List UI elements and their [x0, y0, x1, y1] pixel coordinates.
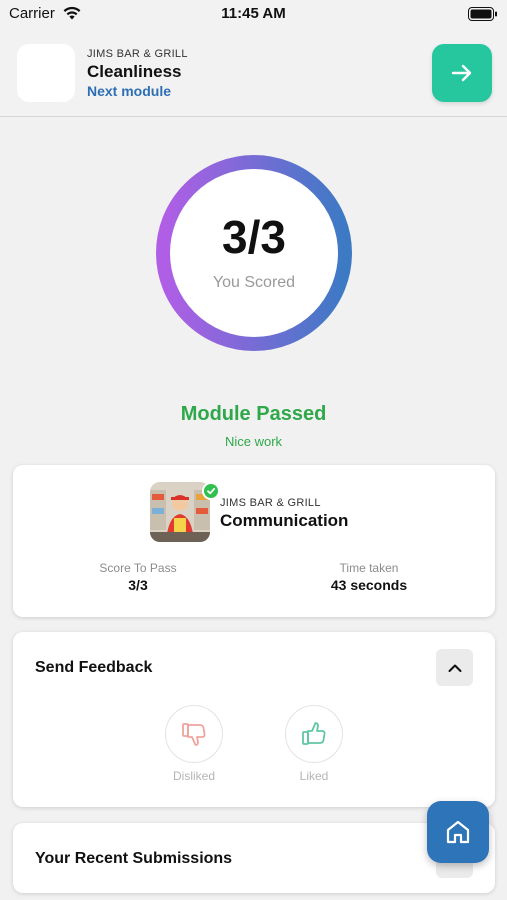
recent-submissions-card[interactable]: Your Recent Submissions [13, 823, 495, 893]
summary-brand: JIMS BAR & GRILL [220, 497, 321, 509]
home-button[interactable] [427, 801, 489, 863]
score-to-pass-value: 3/3 [128, 577, 148, 593]
home-icon [446, 820, 470, 844]
thumbs-down-icon [182, 723, 206, 746]
feedback-title: Send Feedback [35, 659, 153, 676]
score-to-pass-label: Score To Pass [99, 561, 177, 575]
like-label: Liked [299, 769, 329, 783]
summary-module-title: Communication [220, 511, 349, 530]
score-to-pass-stat: Score To Pass 3/3 [48, 561, 228, 593]
header-brand: JIMS BAR & GRILL [87, 48, 188, 60]
result-subtitle: Nice work [224, 434, 283, 449]
module-header: JIMS BAR & GRILL Cleanliness Next module [0, 30, 507, 117]
arrow-right-icon [451, 64, 472, 82]
dislike-button[interactable] [165, 705, 223, 763]
next-module-link[interactable]: Next module [87, 83, 171, 99]
module-summary-card: JIMS BAR & GRILL Communication Score To … [13, 465, 495, 617]
chevron-up-icon [448, 664, 461, 672]
thumbs-up-icon [302, 722, 326, 745]
recent-submissions-title: Your Recent Submissions [35, 850, 233, 867]
feedback-card: Send Feedback Disliked Liked [13, 632, 495, 807]
time-taken-label: Time taken [339, 561, 399, 575]
passed-check-icon [202, 482, 220, 500]
dislike-option[interactable]: Disliked [164, 705, 224, 783]
like-option[interactable]: Liked [284, 705, 344, 783]
module-illustration [150, 482, 210, 542]
battery-icon [468, 7, 497, 21]
module-thumbnail [17, 44, 75, 102]
time-taken-value: 43 seconds [330, 577, 408, 593]
status-time: 11:45 AM [221, 5, 286, 22]
result-title: Module Passed [180, 403, 327, 425]
next-module-button[interactable] [432, 44, 492, 102]
time-taken-stat: Time taken 43 seconds [279, 561, 459, 593]
dislike-label: Disliked [172, 769, 215, 783]
like-button[interactable] [285, 705, 343, 763]
status-bar: Carrier 11:45 AM [0, 0, 507, 30]
score-label: You Scored [212, 274, 296, 291]
feedback-collapse-button[interactable] [436, 649, 473, 686]
header-module-title: Cleanliness [87, 62, 182, 81]
score-value: 3/3 [222, 211, 286, 263]
